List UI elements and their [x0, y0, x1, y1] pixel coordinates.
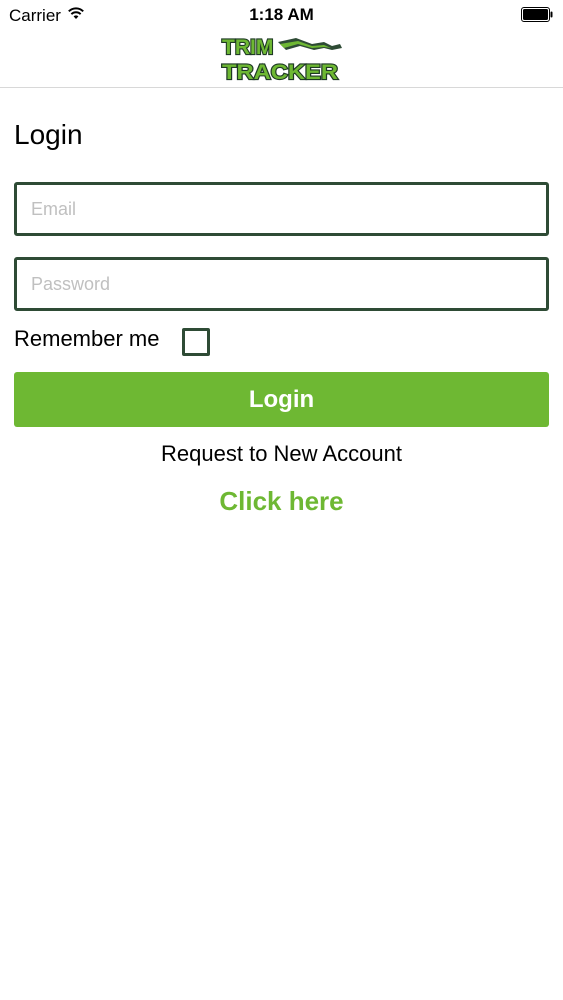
status-bar: Carrier 1:18 AM: [0, 0, 563, 30]
status-time: 1:18 AM: [249, 5, 314, 24]
nav-bar: TRIM TRACKER: [0, 30, 563, 88]
logo-line-2: TRACKER: [222, 61, 338, 84]
page-title: Login: [14, 119, 83, 150]
click-here-link[interactable]: Click here: [0, 486, 563, 517]
remember-me-checkbox[interactable]: [182, 328, 210, 356]
trim-tracker-logo: TRIM TRACKER: [221, 35, 342, 84]
login-button[interactable]: Login: [14, 372, 549, 427]
email-field[interactable]: [14, 182, 549, 236]
remember-me-label: Remember me: [14, 326, 160, 351]
logo-line-1: TRIM: [222, 36, 273, 59]
battery-icon: [521, 7, 553, 22]
request-account-text: Request to New Account: [161, 441, 402, 466]
password-field[interactable]: [14, 257, 549, 311]
